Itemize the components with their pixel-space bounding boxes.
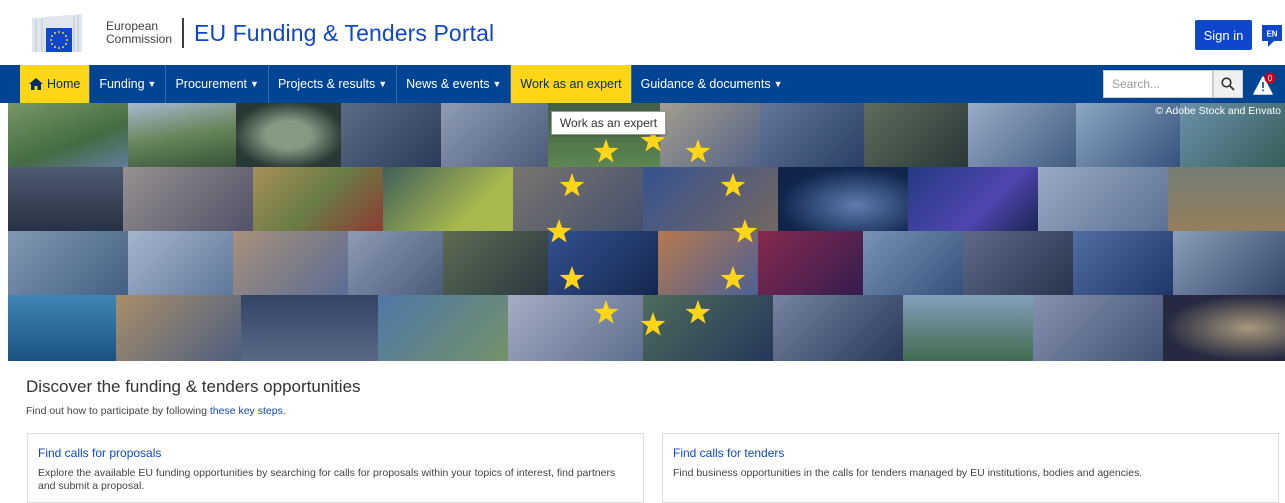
nav-funding[interactable]: Funding ▼ (90, 65, 167, 103)
work-as-expert-tooltip: Work as an expert (551, 111, 666, 135)
european-commission-logo[interactable]: European Commission EU Funding & Tenders… (22, 12, 494, 54)
search-input[interactable]: Search... (1103, 70, 1213, 98)
calls-for-proposals-text: Explore the available EU funding opportu… (38, 467, 616, 492)
sign-in-button[interactable]: Sign in (1195, 20, 1252, 50)
main-nav: Home Funding ▼ Procurement ▼ Projects & re… (0, 65, 1285, 103)
discover-heading: Discover the funding & tenders opportuni… (26, 377, 361, 396)
notification-count: 0 (1268, 74, 1273, 83)
portal-title[interactable]: EU Funding & Tenders Portal (194, 20, 494, 47)
language-selector[interactable]: EN (1262, 25, 1282, 47)
nav-guidance-label: Guidance & documents (640, 77, 771, 91)
search-button[interactable] (1213, 70, 1243, 98)
nav-work-as-expert[interactable]: Work as an expert (511, 65, 632, 103)
logo-divider (182, 18, 185, 48)
key-steps-link[interactable]: these key steps (210, 405, 283, 417)
commission-emblem-icon (22, 12, 104, 54)
calls-for-tenders-card[interactable]: Find calls for tenders Find business opp… (662, 433, 1279, 503)
nav-procurement-label: Procurement (175, 77, 248, 91)
caret-down-icon: ▼ (250, 79, 259, 89)
notifications-button[interactable]: 0 (1253, 72, 1277, 98)
nav-news-label: News & events (406, 77, 490, 91)
nav-expert-label: Work as an expert (520, 77, 622, 91)
nav-projects-results[interactable]: Projects & results ▼ (269, 65, 398, 103)
site-header: European Commission EU Funding & Tenders… (0, 0, 1285, 65)
caret-down-icon: ▼ (378, 79, 388, 89)
discover-subtitle: Find out how to participate by following… (26, 405, 286, 417)
calls-for-proposals-card[interactable]: Find calls for proposals Explore the ava… (27, 433, 644, 503)
nav-home[interactable]: Home (20, 65, 91, 103)
caret-down-icon: ▼ (147, 79, 157, 89)
nav-items: Home Funding ▼ Procurement ▼ Projects & re… (20, 65, 792, 103)
alert-icon: 0 (1253, 72, 1276, 95)
language-icon: EN (1262, 25, 1282, 47)
nav-procurement[interactable]: Procurement ▼ (166, 65, 269, 103)
discover-sub-text: Find out how to participate by following (26, 405, 210, 417)
discover-sub-period: . (282, 405, 286, 417)
hero-photo-mosaic: © Adobe Stock and Envato (8, 103, 1285, 361)
home-icon (29, 78, 43, 90)
calls-for-tenders-title[interactable]: Find calls for tenders (673, 446, 1268, 460)
nav-projects-label: Projects & results (277, 77, 376, 91)
nav-home-label: Home (47, 77, 81, 91)
logo-line-commission: Commission (106, 32, 173, 46)
hero-blue-overlay (8, 103, 1285, 361)
logo-text: European Commission (106, 20, 172, 46)
nav-funding-label: Funding (99, 77, 145, 91)
hero-copyright: © Adobe Stock and Envato (1155, 105, 1281, 117)
calls-for-tenders-text: Find business opportunities in the calls… (673, 467, 1143, 479)
caret-down-icon: ▼ (773, 79, 783, 89)
calls-for-proposals-title[interactable]: Find calls for proposals (38, 446, 633, 460)
caret-down-icon: ▼ (492, 79, 502, 89)
nav-news-events[interactable]: News & events ▼ (397, 65, 512, 103)
language-label: EN (1266, 30, 1277, 39)
nav-guidance-documents[interactable]: Guidance & documents ▼ (632, 65, 792, 103)
search-icon (1221, 77, 1235, 91)
